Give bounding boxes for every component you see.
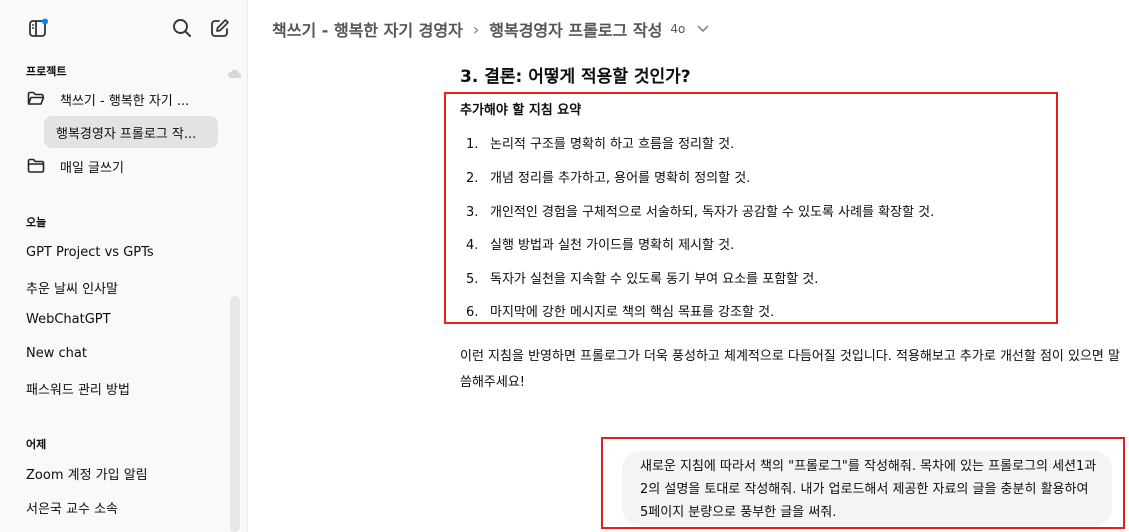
folder-icon <box>26 156 46 176</box>
breadcrumb-separator: › <box>472 19 480 39</box>
sidebar-chat-item[interactable]: WebChatGPT <box>26 312 111 327</box>
breadcrumb-chat-title[interactable]: 행복경영자 프롤로그 작성 <box>489 17 662 41</box>
list-text: 논리적 구조를 명확히 하고 흐름을 정리할 것. <box>490 137 735 152</box>
list-item: 5. 독자가 실천을 지속할 수 있도록 동기 부여 요소를 포함할 것. <box>466 268 818 287</box>
sidebar-project-daily-writing[interactable]: 매일 글쓰기 <box>26 152 124 180</box>
list-number: 4. <box>466 238 479 253</box>
list-text: 실행 방법과 실천 가이드를 명확히 제시할 것. <box>490 238 735 253</box>
chat-header: 책쓰기 - 행복한 자기 경영자 › 행복경영자 프롤로그 작성 4o <box>272 17 709 41</box>
list-text: 개인적인 경험을 구체적으로 서술하되, 독자가 공감할 수 있도록 사례를 확… <box>490 205 935 220</box>
list-item: 2. 개념 정리를 추가하고, 용어를 명확히 정의할 것. <box>466 167 750 186</box>
list-text: 독자가 실천을 지속할 수 있도록 동기 부여 요소를 포함할 것. <box>490 272 819 287</box>
today-section-label: 오늘 <box>26 216 47 229</box>
list-number: 2. <box>466 171 479 186</box>
list-item: 1. 논리적 구조를 명확히 하고 흐름을 정리할 것. <box>466 133 734 152</box>
list-number: 5. <box>466 272 479 287</box>
sidebar-chat-item[interactable]: New chat <box>26 346 87 361</box>
list-item: 3. 개인적인 경험을 구체적으로 서술하되, 독자가 공감할 수 있도록 사례를… <box>466 201 934 220</box>
sidebar-project-label: 책쓰기 - 행복한 자기 ... <box>60 93 190 109</box>
sidebar-chat-item[interactable]: 서은국 교수 소속 <box>26 498 118 517</box>
list-text: 개념 정리를 추가하고, 용어를 명확히 정의할 것. <box>490 171 751 186</box>
sidebar-chat-item[interactable]: 추운 날씨 인사말 <box>26 278 118 297</box>
cloud-icon <box>228 64 242 83</box>
new-chat-icon[interactable] <box>206 14 234 42</box>
list-item: 6. 마지막에 강한 메시지로 책의 핵심 목표를 강조할 것. <box>466 301 774 320</box>
message-heading: 3. 결론: 어떻게 적용할 것인가? <box>460 67 691 87</box>
model-label[interactable]: 4o <box>670 22 685 36</box>
sidebar-toggle-icon[interactable] <box>24 14 52 42</box>
list-number: 6. <box>466 305 479 320</box>
sidebar-chat-active[interactable]: 행복경영자 프롤로그 작... <box>44 116 218 148</box>
projects-section-label: 프로젝트 <box>26 65 67 78</box>
sidebar-chat-item[interactable]: Zoom 계정 가입 알림 <box>26 464 148 483</box>
list-item: 4. 실행 방법과 실천 가이드를 명확히 제시할 것. <box>466 234 734 253</box>
list-number: 1. <box>466 137 479 152</box>
chevron-down-icon[interactable] <box>697 25 709 33</box>
sidebar-chat-item[interactable]: 패스워드 관리 방법 <box>26 379 130 398</box>
sidebar-project-book[interactable]: 책쓰기 - 행복한 자기 ... <box>26 85 189 113</box>
list-text: 마지막에 강한 메시지로 책의 핵심 목표를 강조할 것. <box>490 305 775 320</box>
sidebar-scrollbar[interactable] <box>230 296 240 532</box>
folder-open-icon <box>26 89 46 109</box>
sidebar: 프로젝트 책쓰기 - 행복한 자기 ... 행복경영자 프롤로그 작... 매일… <box>0 0 248 532</box>
user-message-bubble: 새로운 지침에 따라서 책의 "프롤로그"를 작성해줘. 목차에 있는 프롤로그… <box>622 451 1112 526</box>
list-number: 3. <box>466 205 479 220</box>
summary-title: 추가해야 할 지침 요약 <box>460 103 582 118</box>
yesterday-section-label: 어제 <box>26 438 47 451</box>
sidebar-project-label: 매일 글쓰기 <box>60 160 124 176</box>
sidebar-chat-item[interactable]: GPT Project vs GPTs <box>26 245 154 260</box>
search-icon[interactable] <box>168 14 196 42</box>
message-closing-text: 이런 지침을 반영하면 프롤로그가 더욱 풍성하고 체계적으로 다듬어질 것입니… <box>460 349 1120 390</box>
breadcrumb-project[interactable]: 책쓰기 - 행복한 자기 경영자 <box>272 17 463 41</box>
